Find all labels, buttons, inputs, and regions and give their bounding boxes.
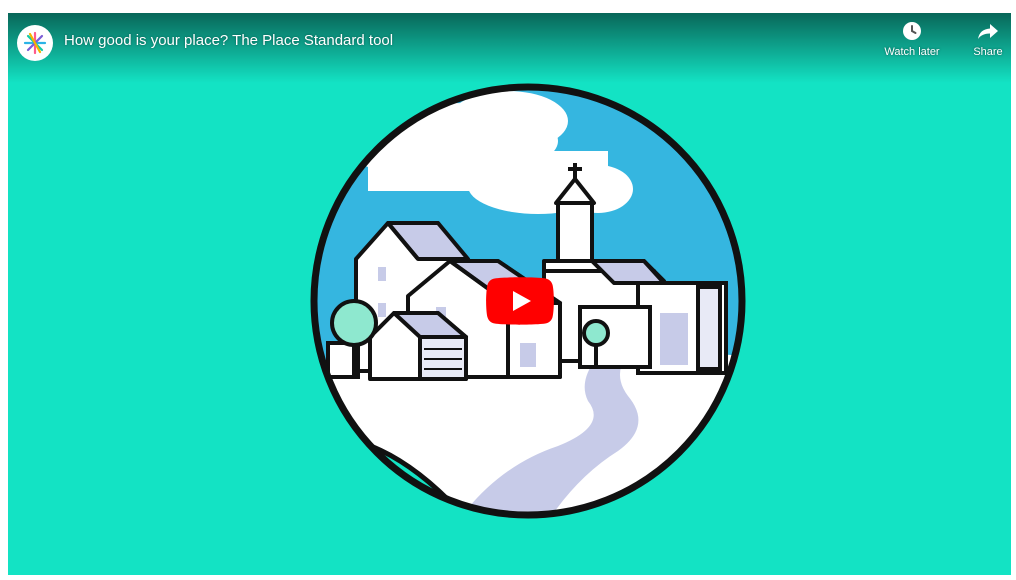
share-arrow-icon [978, 24, 998, 39]
watch-later-button[interactable]: Watch later [877, 21, 947, 71]
youtube-play-icon [486, 277, 554, 325]
share-label: Share [973, 46, 1003, 58]
place-standard-logo-icon [23, 31, 47, 55]
video-player[interactable]: How good is your place? The Place Standa… [8, 13, 1011, 575]
video-title[interactable]: How good is your place? The Place Standa… [64, 32, 393, 49]
share-button[interactable]: Share [953, 21, 1011, 71]
play-button[interactable] [486, 277, 554, 325]
watch-later-label: Watch later [884, 46, 940, 58]
channel-avatar[interactable] [17, 25, 53, 61]
clock-icon [903, 22, 921, 40]
